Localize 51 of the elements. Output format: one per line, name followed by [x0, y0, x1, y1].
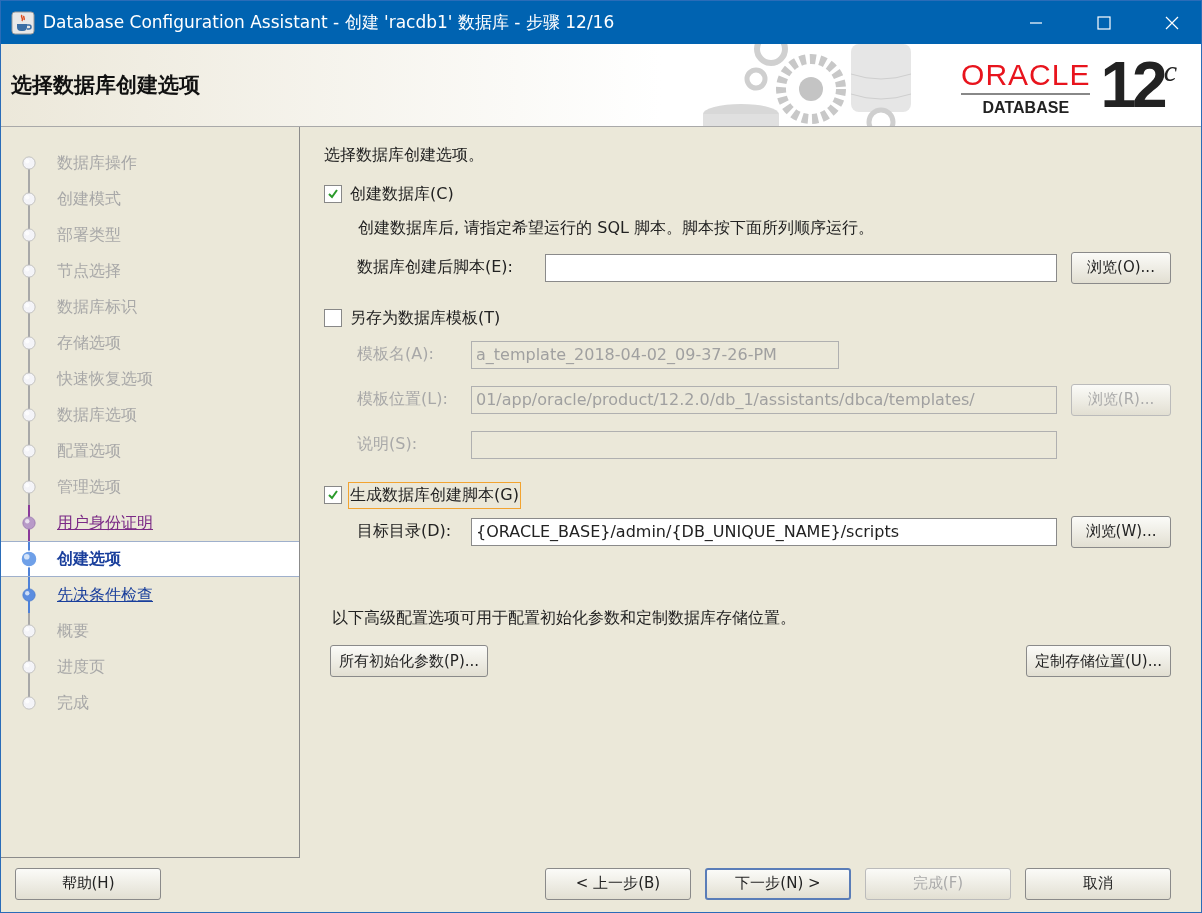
nav-button[interactable]: 取消: [1025, 867, 1171, 900]
help-button[interactable]: 帮助(H): [15, 867, 161, 900]
intro-text: 选择数据库创建选项。: [324, 145, 485, 166]
description-text: 创建数据库后, 请指定希望运行的 SQL 脚本。脚本按下面所列顺序运行。: [358, 218, 875, 239]
step-item[interactable]: 数据库选项: [1, 397, 299, 433]
field-label: 目标目录(D):: [357, 521, 453, 542]
checkbox[interactable]: [324, 185, 342, 203]
field-label: 说明(S):: [357, 434, 419, 455]
step-item[interactable]: 部署类型: [1, 217, 299, 253]
step-item[interactable]: 节点选择: [1, 253, 299, 289]
page-title: 选择数据库创建选项: [11, 72, 200, 99]
advanced-button[interactable]: 所有初始化参数(P)...: [330, 645, 489, 677]
step-item[interactable]: 快速恢复选项: [1, 361, 299, 397]
step-item[interactable]: 完成: [1, 685, 299, 721]
step-item[interactable]: 配置选项: [1, 433, 299, 469]
step-item[interactable]: 概要: [1, 613, 299, 649]
step-item[interactable]: 数据库操作: [1, 145, 299, 181]
logo-brand: ORACLE: [961, 59, 1091, 95]
step-item[interactable]: 用户身份证明: [1, 505, 299, 541]
browse-button[interactable]: 浏览(W)...: [1071, 515, 1171, 548]
logo-suffix: c: [1163, 53, 1177, 87]
checkbox[interactable]: [324, 486, 342, 504]
step-item[interactable]: 数据库标识: [1, 289, 299, 325]
checkbox-label[interactable]: 另存为数据库模板(T): [348, 304, 503, 332]
nav-button[interactable]: < 上一步(B): [545, 867, 691, 900]
check-icon: [327, 188, 339, 200]
advanced-button[interactable]: 定制存储位置(U)...: [1026, 645, 1171, 677]
step-item[interactable]: 创建选项: [1, 541, 299, 577]
cup-icon: [11, 10, 35, 35]
maximize-icon[interactable]: [1097, 15, 1111, 30]
window-title: Database Configuration Assistant - 创建 'racdb1' 数据库 - 步骤 12/16: [43, 11, 615, 34]
logo-product: DATABASE: [982, 99, 1070, 117]
field-label: 数据库创建后脚本(E):: [357, 257, 514, 278]
field-label: 模板名(A):: [357, 344, 435, 365]
step-item[interactable]: 进度页: [1, 649, 299, 685]
checkbox-label[interactable]: 创建数据库(C): [348, 180, 456, 208]
step-item[interactable]: 创建模式: [1, 181, 299, 217]
text-field[interactable]: {ORACLE_BASE}/admin/{DB_UNIQUE_NAME}/scripts: [471, 517, 1057, 546]
close-icon[interactable]: [1165, 15, 1179, 30]
nav-button[interactable]: 下一步(N) >: [705, 867, 851, 900]
browse-button[interactable]: 浏览(O)...: [1071, 251, 1171, 284]
checkbox-label[interactable]: 生成数据库创建脚本(G): [348, 481, 521, 509]
checkbox[interactable]: [324, 309, 342, 327]
advanced-note: 以下高级配置选项可用于配置初始化参数和定制数据库存储位置。: [332, 608, 797, 629]
text-field[interactable]: [545, 253, 1057, 282]
logo-version: 12: [1100, 53, 1164, 117]
step-item[interactable]: 存储选项: [1, 325, 299, 361]
step-item[interactable]: 管理选项: [1, 469, 299, 505]
check-icon: [327, 489, 339, 501]
step-item[interactable]: 先决条件检查: [1, 577, 299, 613]
field-label: 模板位置(L):: [357, 389, 449, 410]
